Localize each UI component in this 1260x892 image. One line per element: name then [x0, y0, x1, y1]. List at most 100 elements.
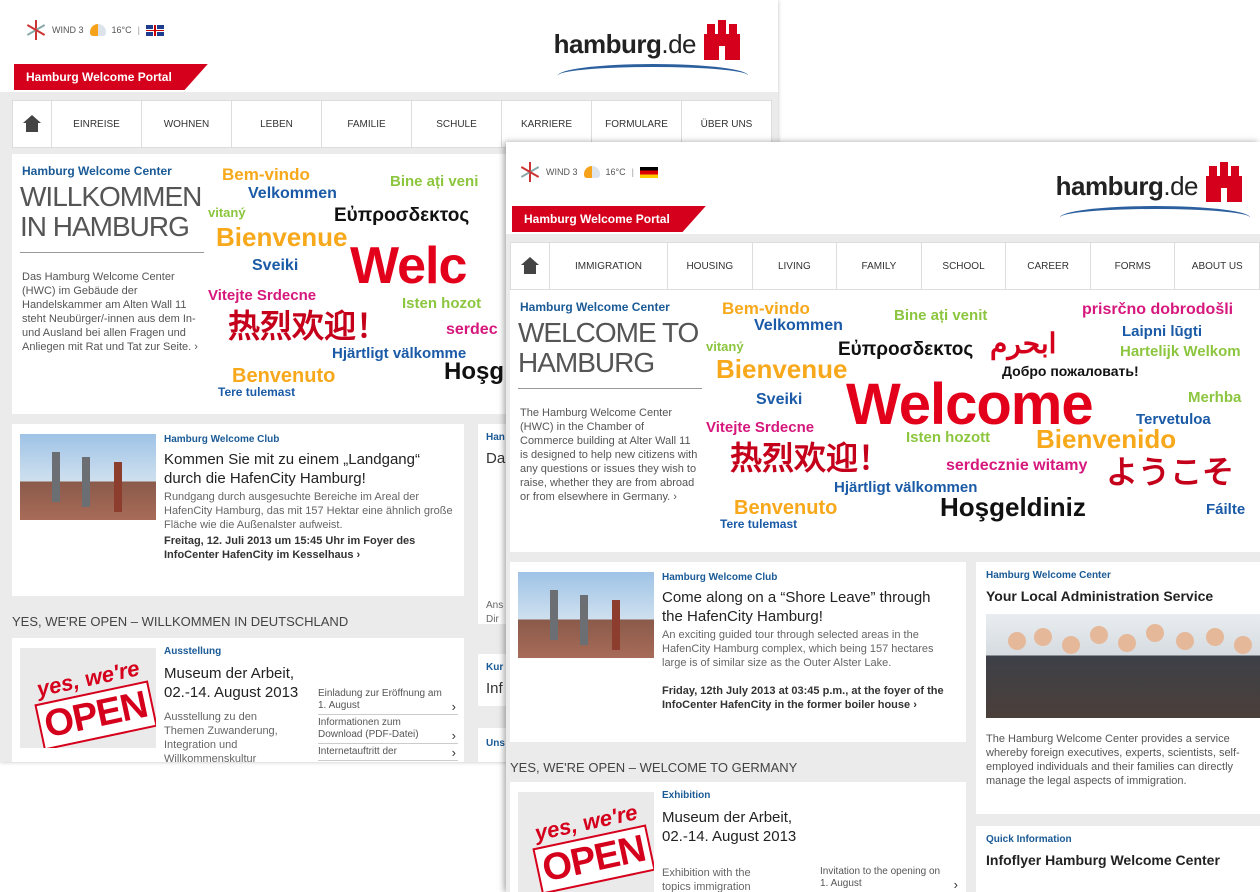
club-category[interactable]: Hamburg Welcome Club	[164, 434, 279, 445]
nav-item-schule[interactable]: SCHULE	[412, 101, 502, 147]
nav-item-career[interactable]: CAREER	[1006, 243, 1091, 289]
expo-subtitle: Exhibition with the topics immigration	[662, 867, 751, 892]
collage-word: Bienvenue	[716, 354, 848, 384]
hamburg-logo[interactable]: hamburg.de	[1056, 162, 1242, 202]
club-date[interactable]: Friday, 12th July 2013 at 03:45 p.m., at…	[662, 684, 952, 712]
weather-sun-icon	[583, 166, 600, 178]
nav-item-forms[interactable]: FORMS	[1091, 243, 1176, 289]
logo-text: hamburg.de	[1055, 171, 1199, 201]
hero-description[interactable]: The Hamburg Welcome Center (HWC) in the …	[520, 406, 700, 504]
nav-item-ueber-uns[interactable]: ÜBER UNS	[682, 101, 771, 147]
section-title: YES, WE'RE OPEN – WELCOME TO GERMANY	[510, 760, 798, 775]
uk-flag-icon[interactable]	[145, 24, 164, 36]
logo-wave	[558, 64, 748, 87]
clip-text[interactable]: Da	[486, 450, 505, 467]
home-button[interactable]	[13, 101, 52, 147]
hero-label[interactable]: Hamburg Welcome Center	[520, 300, 670, 314]
collage-word: Bienvenido	[1036, 424, 1177, 454]
yes-were-open-image[interactable]: yes, we're OPEN	[518, 792, 654, 892]
expo-link[interactable]: Internetauftritt der	[318, 744, 458, 761]
hamburg-logo[interactable]: hamburg.de	[554, 20, 740, 60]
nav-item-school[interactable]: SCHOOL	[922, 243, 1007, 289]
service-body: The Hamburg Welcome Center provides a se…	[986, 733, 1240, 787]
hero-title: WELCOME TO HAMBURG	[518, 318, 702, 389]
temperature: 16°C	[605, 167, 626, 177]
collage-word: Merhba	[1188, 389, 1242, 406]
collage-word: Velkommen	[248, 185, 337, 202]
main-nav: EINREISE WOHNEN LEBEN FAMILIE SCHULE KAR…	[12, 100, 772, 148]
collage-word: Hartelijk Welkom	[1120, 343, 1241, 360]
clip-text: Ans	[486, 600, 504, 611]
collage-word: vitaný	[208, 205, 246, 220]
service-category[interactable]: Hamburg Welcome Center	[986, 570, 1111, 581]
nav-item-leben[interactable]: LEBEN	[232, 101, 322, 147]
expo-category[interactable]: Ausstellung	[164, 646, 221, 657]
collage-word: Bienvenue	[216, 222, 348, 252]
quick-category[interactable]: Quick Information	[986, 834, 1072, 845]
club-title[interactable]: Come along on a “Shore Leave” through th…	[662, 588, 952, 626]
yes-were-open-image[interactable]: yes, we're OPEN	[20, 648, 156, 748]
expo-links: Einladung zur Eröffnung am 1. August Inf…	[318, 686, 458, 761]
collage-word: Bine ați veni	[390, 173, 479, 190]
clip-category[interactable]: Han	[486, 432, 505, 443]
nav-item-karriere[interactable]: KARRIERE	[502, 101, 592, 147]
collage-word: Bine ați venit	[894, 307, 988, 324]
portal-banner[interactable]: Hamburg Welcome Portal	[512, 206, 706, 232]
nav-item-living[interactable]: LIVING	[753, 243, 838, 289]
expo-link[interactable]: Informationen zum Download (PDF-Datei)	[318, 715, 458, 744]
collage-word: Hoşg	[444, 358, 504, 385]
collage-word: serdec	[446, 321, 498, 338]
club-title[interactable]: Kommen Sie mit zu einem „Landgang“ durch…	[164, 450, 454, 488]
site-header: WIND 3 16°C | hamburg.de Hamburg Welcome…	[0, 0, 778, 92]
nav-item-housing[interactable]: HOUSING	[668, 243, 753, 289]
temperature: 16°C	[111, 25, 132, 35]
club-date[interactable]: Freitag, 12. Juli 2013 um 15:45 Uhr im F…	[164, 534, 454, 562]
collage-word: Sveiki	[756, 391, 803, 408]
team-photo[interactable]	[986, 614, 1260, 718]
hafencity-photo[interactable]	[20, 434, 156, 520]
welcome-collage: Bem-vindo Velkommen Bine ați veni vitaný…	[208, 162, 508, 412]
portal-banner[interactable]: Hamburg Welcome Portal	[14, 64, 208, 90]
collage-word: Velkommen	[754, 317, 843, 334]
nav-item-familie[interactable]: FAMILIE	[322, 101, 412, 147]
collage-word: Laipni lūgti	[1122, 323, 1202, 340]
home-icon	[521, 257, 539, 274]
expo-link[interactable]: Invitation to the opening on 1. August	[820, 864, 960, 892]
club-card: Hamburg Welcome Club Kommen Sie mit zu e…	[12, 424, 464, 596]
clip-text: Dir	[486, 614, 499, 624]
nav-item-immigration[interactable]: IMMIGRATION	[550, 243, 668, 289]
german-flag-icon[interactable]	[639, 166, 658, 178]
clip-text[interactable]: Inf	[486, 680, 503, 697]
club-category[interactable]: Hamburg Welcome Club	[662, 572, 777, 583]
english-portal-window: WIND 3 16°C | hamburg.de Hamburg Welcome…	[506, 142, 1260, 892]
service-title[interactable]: Your Local Administration Service	[986, 588, 1213, 604]
collage-word: 热烈欢迎！	[730, 440, 891, 476]
collage-word: Benvenuto	[232, 365, 336, 387]
nav-item-about-us[interactable]: ABOUT US	[1175, 243, 1259, 289]
clip-category[interactable]: Uns	[486, 738, 505, 749]
collage-word: Fáilte	[1206, 501, 1246, 518]
collage-word: Benvenuto	[734, 497, 838, 519]
quick-title[interactable]: Infoflyer Hamburg Welcome Center	[986, 852, 1220, 868]
nav-item-family[interactable]: FAMILY	[837, 243, 922, 289]
hafencity-photo[interactable]	[518, 572, 654, 658]
home-button[interactable]	[511, 243, 550, 289]
collage-word: Isten hozott	[906, 429, 991, 446]
hero-description[interactable]: Das Hamburg Welcome Center (HWC) im Gebä…	[22, 270, 202, 354]
clip-category[interactable]: Kur	[486, 662, 503, 673]
collage-word: Εὐπροσδεκτος	[334, 205, 470, 226]
collage-word: Εὐπροσδεκτος	[838, 339, 974, 360]
hero-panel: Hamburg Welcome Center WILLKOMMEN IN HAMB…	[12, 154, 512, 414]
wind-value: WIND 3	[52, 25, 84, 35]
club-body: An exciting guided tour through selected…	[662, 629, 934, 669]
collage-word: Bem-vindo	[222, 165, 310, 184]
hero-label[interactable]: Hamburg Welcome Center	[22, 164, 172, 178]
collage-word: vitaný	[706, 339, 744, 354]
expo-category[interactable]: Exhibition	[662, 790, 710, 801]
expo-title[interactable]: Museum der Arbeit, 02.-14. August 2013	[164, 664, 314, 702]
nav-item-formulare[interactable]: FORMULARE	[592, 101, 682, 147]
nav-item-wohnen[interactable]: WOHNEN	[142, 101, 232, 147]
expo-link[interactable]: Einladung zur Eröffnung am 1. August	[318, 686, 458, 715]
nav-item-einreise[interactable]: EINREISE	[52, 101, 142, 147]
expo-title[interactable]: Museum der Arbeit, 02.-14. August 2013	[662, 808, 812, 846]
